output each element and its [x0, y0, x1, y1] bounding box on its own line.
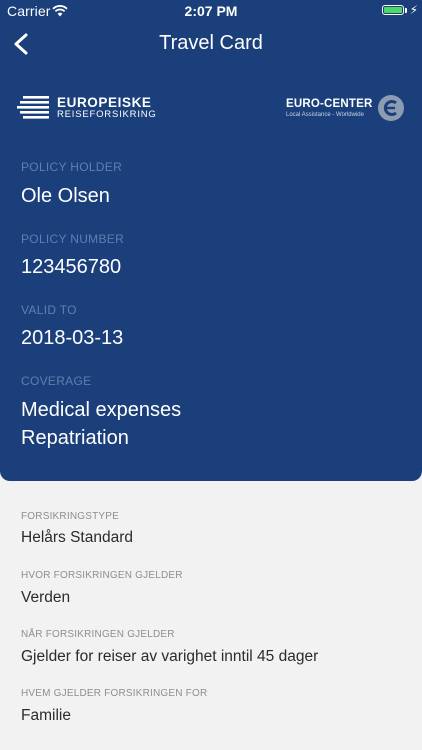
- coverage-period-label: NÅR FORSIKRINGEN GJELDER: [21, 629, 175, 640]
- coverage-area-value: Verden: [21, 589, 71, 606]
- insurance-type-value: Helårs Standard: [21, 529, 134, 546]
- euro-center-brand-main: EURO-CENTER: [286, 98, 373, 110]
- insured-persons-value: Familie: [21, 707, 71, 724]
- euro-center-tagline: Local Assistance - Worldwide: [286, 112, 364, 118]
- coverage-label: COVERAGE: [21, 374, 92, 388]
- euro-center-mark-icon: [378, 95, 404, 121]
- policy-holder-value: Ole Olsen: [21, 185, 110, 207]
- europeiske-stripes-icon: [17, 96, 49, 119]
- charging-bolt-icon: ⚡: [409, 3, 418, 17]
- euro-center-logo: EURO-CENTER Local Assistance - Worldwide: [286, 93, 406, 123]
- valid-to-label: VALID TO: [21, 303, 77, 317]
- clock: 2:07 PM: [184, 3, 238, 19]
- coverage-item: Medical expenses: [21, 399, 182, 421]
- travel-card: Carrier 2:07 PM ⚡ Travel Card EUROPEISKE…: [0, 0, 422, 481]
- status-bar: Carrier 2:07 PM ⚡: [0, 0, 422, 22]
- coverage-item: Repatriation: [21, 427, 129, 449]
- battery-icon: [382, 5, 404, 15]
- europeiske-logo: EUROPEISKE REISEFORSIKRING: [17, 95, 157, 121]
- policy-number-value: 123456780: [21, 256, 122, 278]
- coverage-area-label: HVOR FORSIKRINGEN GJELDER: [21, 570, 183, 581]
- page-title: Travel Card: [159, 32, 263, 54]
- europeiske-brand-sub: REISEFORSIKRING: [57, 109, 157, 120]
- policy-number-label: POLICY NUMBER: [21, 232, 125, 246]
- insured-persons-label: HVEM GJELDER FORSIKRINGEN FOR: [21, 688, 208, 699]
- coverage-period-value: Gjelder for reiser av varighet inntil 45…: [21, 648, 319, 665]
- policy-holder-label: POLICY HOLDER: [21, 160, 123, 174]
- insurance-type-label: FORSIKRINGSTYPE: [21, 511, 120, 522]
- valid-to-value: 2018-03-13: [21, 327, 124, 349]
- europeiske-brand-main: EUROPEISKE: [57, 95, 152, 110]
- battery-cap: [405, 8, 407, 13]
